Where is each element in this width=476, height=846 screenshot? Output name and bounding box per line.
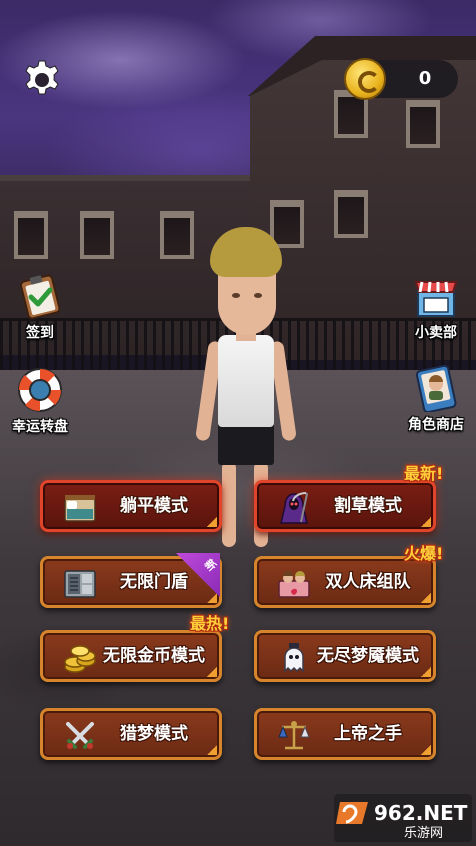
character-shop-label: 角色商店 xyxy=(408,417,464,433)
bed-icon xyxy=(63,491,97,525)
lucky-wheel-label: 幸运转盘 xyxy=(12,419,68,435)
checkin-button[interactable]: 签到 xyxy=(0,272,80,342)
lucky-wheel-button[interactable]: 幸运转盘 xyxy=(0,366,80,436)
shop-label: 小卖部 xyxy=(415,325,457,341)
coin-count: 0 xyxy=(418,68,432,89)
gear-icon xyxy=(25,60,59,95)
settings-button[interactable] xyxy=(20,58,64,102)
mode-label: 割草模式 xyxy=(334,496,402,516)
character-left-leg xyxy=(222,461,236,547)
mode-label: 躺平模式 xyxy=(120,496,188,516)
mode-button-lying-flat[interactable]: 躺平模式 xyxy=(40,480,222,532)
tag-newest: 最新! xyxy=(404,464,444,483)
mode-button-infinite-coins[interactable]: 无限金币模式 xyxy=(40,630,222,682)
mode-button-endless-nightmare[interactable]: 无尽梦魇模式 xyxy=(254,630,436,682)
character-shirt xyxy=(218,335,274,427)
mode-button-dream-hunter[interactable]: 猎梦模式 xyxy=(40,708,222,760)
coin-balance: 0 xyxy=(344,58,458,100)
mode-label: 无限金币模式 xyxy=(103,646,205,666)
mode-button-hand-of-god[interactable]: 上帝之手 xyxy=(254,708,436,760)
character-shorts xyxy=(218,421,274,465)
ghost-icon xyxy=(277,641,311,675)
window xyxy=(334,190,368,238)
window xyxy=(14,211,48,259)
new-ribbon-text: 新 xyxy=(201,556,219,574)
shop-stall-icon xyxy=(412,272,460,320)
character-eye xyxy=(232,293,240,298)
shop-button[interactable]: 小卖部 xyxy=(396,272,476,342)
window xyxy=(80,211,114,259)
character-portrait-icon xyxy=(412,364,460,414)
character-eye xyxy=(254,293,262,298)
svg-text:乐游网: 乐游网 xyxy=(404,826,443,841)
checkin-clipboard-icon xyxy=(16,272,64,320)
svg-text:962.NET: 962.NET xyxy=(374,801,468,825)
mode-label: 双人床组队 xyxy=(325,572,411,592)
gold-coins-icon xyxy=(63,641,97,675)
mode-label: 上帝之手 xyxy=(334,724,402,744)
gold-coin-icon xyxy=(344,58,386,100)
reaper-icon xyxy=(277,491,311,525)
lifebuoy-wheel-icon xyxy=(16,366,64,414)
crossed-swords-icon xyxy=(63,719,97,753)
character-shop-button[interactable]: 角色商店 xyxy=(396,364,476,434)
mode-label: 猎梦模式 xyxy=(120,724,188,744)
window xyxy=(406,100,440,148)
double-bed-icon xyxy=(277,567,311,601)
mode-button-mowing[interactable]: 割草模式 xyxy=(254,480,436,532)
door-shield-icon xyxy=(63,567,97,601)
site-watermark-logo: 962.NET 乐游网 xyxy=(334,794,472,842)
tag-hottest: 最热! xyxy=(190,614,230,633)
checkin-label: 签到 xyxy=(26,325,54,341)
tag-hot: 火爆! xyxy=(404,544,444,563)
character-hair xyxy=(210,227,282,277)
mode-label: 无尽梦魇模式 xyxy=(317,646,419,666)
window xyxy=(160,211,194,259)
scales-icon xyxy=(277,719,311,753)
